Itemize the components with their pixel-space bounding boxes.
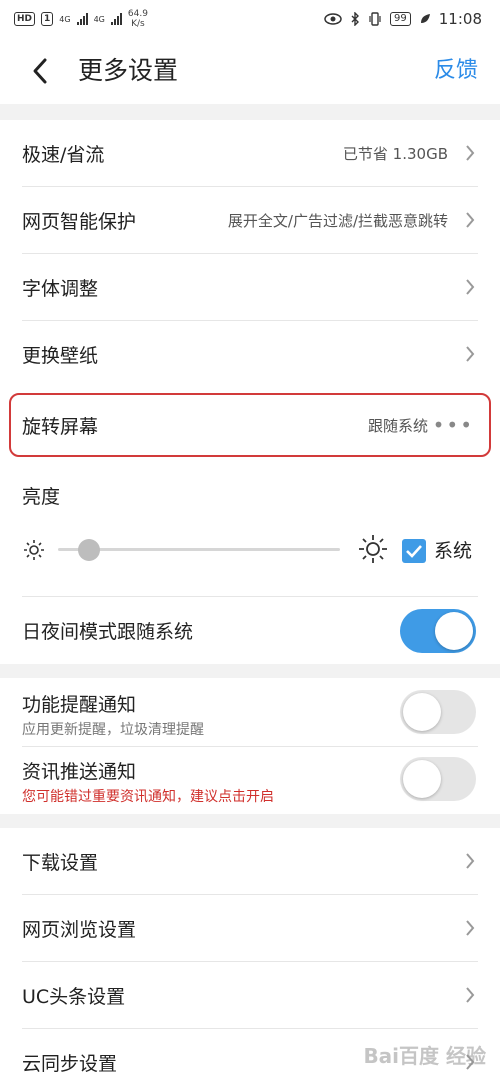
- news-push-toggle[interactable]: [400, 757, 476, 801]
- chevron-right-icon: [466, 987, 475, 1003]
- speed-saving-value: 已节省 1.30GB: [342, 144, 448, 163]
- web-protect-row[interactable]: 网页智能保护 展开全文/广告过滤/拦截恶意跳转: [0, 187, 500, 253]
- speed-saving-label: 极速/省流: [22, 143, 105, 166]
- chevron-right-icon: [466, 920, 475, 936]
- brightness-slider-track[interactable]: [58, 548, 340, 551]
- feature-reminder-label: 功能提醒通知: [22, 694, 137, 716]
- browsing-settings-label: 网页浏览设置: [22, 918, 137, 941]
- baidu-watermark: Bai百度 经验: [363, 1044, 486, 1068]
- web-protect-value: 展开全文/广告过滤/拦截恶意跳转: [227, 211, 448, 230]
- web-protect-label: 网页智能保护: [22, 210, 137, 233]
- more-options-icon[interactable]: •••: [433, 413, 474, 437]
- status-time: 11:08: [438, 10, 482, 28]
- chevron-right-icon: [466, 346, 475, 362]
- download-settings-row[interactable]: 下载设置: [0, 828, 500, 894]
- font-adjust-row[interactable]: 字体调整: [0, 254, 500, 320]
- feature-reminder-sub: 应用更新提醒，垃圾清理提醒: [22, 722, 204, 738]
- uc-headline-settings-label: UC头条设置: [22, 985, 126, 1008]
- system-brightness-checkbox[interactable]: [402, 539, 426, 563]
- checkmark-icon: [406, 545, 422, 558]
- font-adjust-label: 字体调整: [22, 277, 99, 300]
- wallpaper-row[interactable]: 更换壁纸: [0, 321, 500, 387]
- toggle-knob: [435, 612, 473, 650]
- speed-saving-row[interactable]: 极速/省流 已节省 1.30GB: [0, 120, 500, 186]
- network-type-2: 4G: [93, 14, 105, 24]
- chevron-right-icon: [466, 212, 475, 228]
- header: 更多设置 反馈: [0, 38, 500, 104]
- feedback-button[interactable]: 反馈: [434, 52, 478, 90]
- rotate-screen-label: 旋转屏幕: [22, 415, 99, 438]
- chevron-right-icon: [466, 145, 475, 161]
- night-mode-toggle[interactable]: [400, 609, 476, 653]
- toggle-knob: [403, 760, 441, 798]
- status-bar: HD 1 4G 4G 64.9 K/s 99 11:08: [0, 0, 500, 38]
- browsing-settings-row[interactable]: 网页浏览设置: [0, 895, 500, 961]
- download-settings-label: 下载设置: [22, 851, 99, 874]
- page-title: 更多设置: [78, 56, 179, 85]
- network-speed: 64.9 K/s: [128, 9, 148, 29]
- chevron-right-icon: [466, 853, 475, 869]
- leaf-icon: [420, 14, 430, 23]
- news-push-label: 资讯推送通知: [22, 761, 137, 783]
- speed-value: 64.9: [127, 9, 148, 19]
- bluetooth-icon: [351, 12, 360, 26]
- hd-badge: HD: [14, 12, 36, 26]
- vibrate-icon: [369, 12, 381, 26]
- chevron-right-icon: [466, 279, 475, 295]
- news-push-warning: 您可能错过重要资讯通知，建议点击开启: [22, 789, 274, 805]
- toggle-knob: [403, 693, 441, 731]
- signal-icon: [76, 13, 88, 25]
- network-type-1: 4G: [59, 14, 71, 24]
- uc-headline-settings-row[interactable]: UC头条设置: [0, 962, 500, 1028]
- brightness-slider-thumb[interactable]: [78, 539, 101, 561]
- system-brightness-label: 系统: [434, 540, 473, 562]
- brightness-high-icon: [359, 535, 387, 563]
- wallpaper-label: 更换壁纸: [22, 344, 99, 367]
- battery-icon: 99: [390, 12, 411, 26]
- brightness-low-icon: [24, 540, 44, 560]
- cloud-sync-settings-label: 云同步设置: [22, 1052, 118, 1075]
- brightness-row: 亮度: [0, 470, 500, 520]
- rotate-screen-value: 跟随系统: [367, 416, 428, 435]
- divider: [22, 746, 478, 747]
- feature-reminder-toggle[interactable]: [400, 690, 476, 734]
- eye-icon: [324, 13, 342, 25]
- rotate-screen-row[interactable]: 旋转屏幕 跟随系统 •••: [0, 393, 500, 457]
- speed-unit: K/s: [131, 19, 145, 29]
- back-icon[interactable]: [26, 54, 56, 88]
- signal-icon-2: [110, 13, 122, 25]
- brightness-label: 亮度: [22, 485, 61, 508]
- night-mode-label: 日夜间模式跟随系统: [22, 621, 194, 643]
- sim-badge: 1: [41, 12, 54, 26]
